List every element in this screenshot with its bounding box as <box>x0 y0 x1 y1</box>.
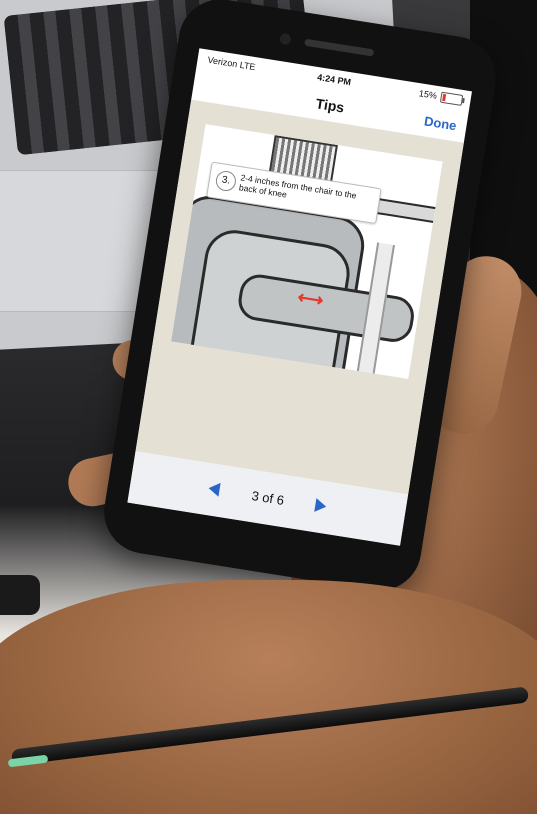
tip-illustration: ⟷ 3. 2-4 inches from the chair to the ba… <box>171 124 443 379</box>
photo-scene: Verizon LTE 4:24 PM 15% Tips Done ⟷ 3. 2… <box>0 0 537 814</box>
battery-icon <box>439 91 464 106</box>
earpiece-speaker <box>304 38 375 57</box>
battery-percent: 15% <box>418 88 438 101</box>
front-camera <box>279 32 292 46</box>
cable <box>0 575 40 615</box>
phone-screen: Verizon LTE 4:24 PM 15% Tips Done ⟷ 3. 2… <box>127 48 472 546</box>
triangle-right-icon[interactable] <box>314 498 328 514</box>
step-number: 3. <box>214 169 238 193</box>
tip-content: ⟷ 3. 2-4 inches from the chair to the ba… <box>135 99 464 495</box>
double-arrow-icon: ⟷ <box>296 286 325 311</box>
